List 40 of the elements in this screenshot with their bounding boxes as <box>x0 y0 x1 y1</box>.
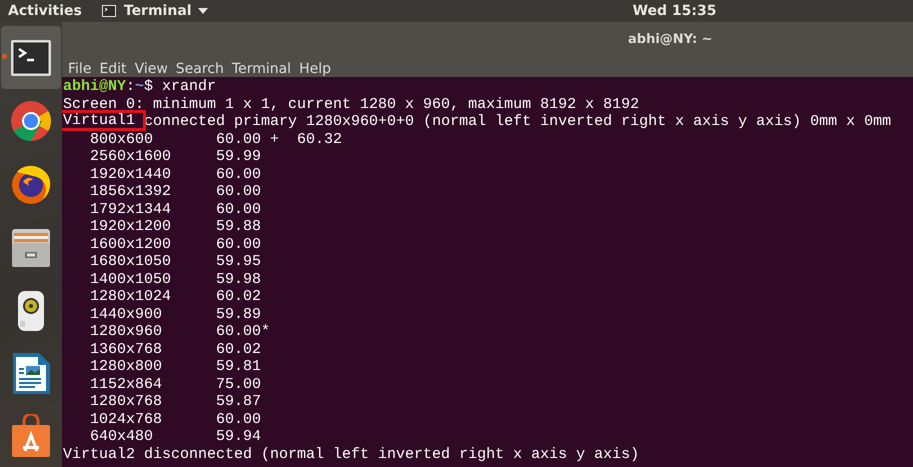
terminal-line: 1024x768 60.00 <box>89 410 262 428</box>
window-title: abhi@NY: ~ <box>627 31 714 49</box>
terminal-line: 1280x768 59.87 <box>89 393 262 410</box>
terminal-line: 1280x800 59.81 <box>89 358 262 376</box>
terminal-line: 1856x1392 60.00 <box>89 183 262 200</box>
app-menu[interactable]: Terminal <box>102 0 208 22</box>
terminal-text: $ xrandr <box>144 78 216 95</box>
menu-item[interactable]: Search <box>174 58 230 78</box>
caret-icon <box>198 8 208 14</box>
menu-item[interactable]: Terminal <box>230 58 298 78</box>
terminal-line: 1920x1200 59.88 <box>89 218 262 236</box>
clock[interactable]: Wed 15:35 <box>632 0 716 22</box>
highlighted-text: Virtual1 <box>62 110 146 131</box>
terminal-line: 1400x1050 59.98 <box>89 270 262 288</box>
shopping-bag-icon <box>9 414 53 458</box>
terminal-line: 1280x1024 60.02 <box>89 288 262 306</box>
terminal-line: 1600x1200 60.00 <box>89 236 262 253</box>
prompt-path: ~ <box>135 78 144 95</box>
terminal-line: Screen 0: minimum 1 x 1, current 1280 x 960, maximum 8192 x 8192 <box>63 96 640 113</box>
terminal-line: 1152x864 75.00 <box>89 376 262 393</box>
terminal-text: : <box>126 78 136 95</box>
terminal-line: Virtual2 disconnected (normal left inverted right x axis y axis) <box>63 446 640 463</box>
dock-item[interactable] <box>1 26 61 89</box>
terminal-line: 800x600 60.00 + 60.32 <box>89 130 344 148</box>
menu-item[interactable]: Help <box>297 58 337 78</box>
terminal-line: 1440x900 59.89 <box>89 306 262 323</box>
browser-icon <box>9 98 53 142</box>
terminal-line: 1680x1050 59.95 <box>89 253 262 270</box>
menu-item[interactable]: Edit <box>97 58 133 78</box>
terminal-line: 1792x1344 60.00 <box>89 200 262 218</box>
menu-item[interactable]: View <box>132 58 174 78</box>
terminal-icon <box>102 5 116 17</box>
activities-button[interactable]: Activities <box>0 0 82 22</box>
terminal-line: 2560x1600 59.99 <box>89 148 262 166</box>
terminal-line: 640x480 59.94 <box>89 428 262 446</box>
terminal-line: 1920x1440 60.00 <box>89 166 262 183</box>
menu-item[interactable]: File <box>66 58 98 78</box>
prompt-user: abhi@NY <box>63 78 126 95</box>
terminal-line: 1360x768 60.02 <box>89 340 262 358</box>
terminal-line: 1280x960 60.00* <box>89 323 272 340</box>
